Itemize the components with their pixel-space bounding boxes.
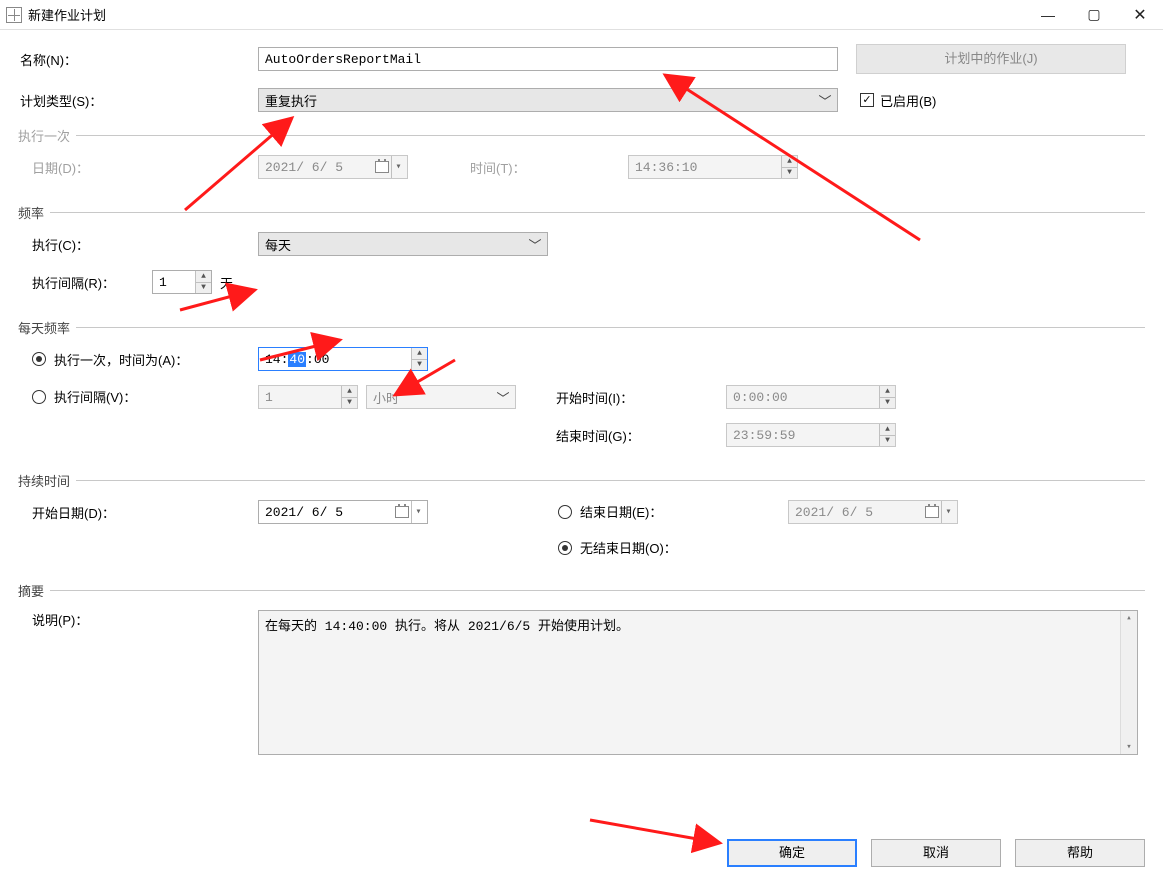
execute-frequency-value: 每天 (265, 235, 291, 254)
daily-once-time-post: :00 (306, 352, 329, 367)
daily-once-time-picker[interactable]: 14:40:00 ▲▼ (258, 347, 428, 371)
help-button[interactable]: 帮助 (1015, 839, 1145, 867)
plan-jobs-button: 计划中的作业(J) (856, 44, 1126, 74)
once-date-value: 2021/ 6/ 5 (265, 160, 343, 175)
calendar-icon (925, 506, 939, 518)
end-date-picker: 2021/ 6/ 5 ▾ (788, 500, 958, 524)
end-time-value: 23:59:59 (733, 428, 795, 443)
enabled-label: 已启用(B) (880, 91, 936, 110)
exec-interval-label: 执行间隔(R)： (18, 273, 152, 292)
minimize-button[interactable]: — (1025, 0, 1071, 29)
start-time-label: 开始时间(I)： (556, 388, 726, 407)
daily-once-time-selected: 40 (288, 352, 306, 367)
schedule-type-label: 计划类型(S)： (18, 91, 258, 110)
spinner-buttons[interactable]: ▲▼ (195, 271, 211, 293)
chevron-down-icon[interactable]: ▾ (411, 501, 425, 523)
name-input[interactable] (258, 47, 838, 71)
daily-frequency-legend: 每天频率 (18, 318, 76, 337)
start-time-picker: 0:00:00 ▲▼ (726, 385, 896, 409)
description-label: 说明(P)： (18, 610, 258, 629)
spinner-buttons: ▲▼ (879, 386, 895, 408)
radio-icon (32, 390, 46, 404)
interval-days-spinner[interactable]: 1 ▲▼ (152, 270, 212, 294)
scrollbar[interactable]: ▴▾ (1120, 611, 1137, 754)
ok-button[interactable]: 确定 (727, 839, 857, 867)
exec-every-radio[interactable]: 执行间隔(V)： (32, 387, 136, 406)
name-label: 名称(N)： (18, 50, 258, 69)
exec-every-radio-row: 执行间隔(V)： (18, 387, 258, 407)
every-unit-combo: 小时 ﹀ (366, 385, 516, 409)
spinner-buttons: ▲▼ (879, 424, 895, 446)
chevron-down-icon: ▾ (941, 501, 955, 523)
end-date-value: 2021/ 6/ 5 (795, 505, 873, 520)
interval-days-value: 1 (159, 275, 167, 290)
every-n-spinner: 1 ▲▼ (258, 385, 358, 409)
cancel-button[interactable]: 取消 (871, 839, 1001, 867)
once-time-picker: 14:36:10 ▲▼ (628, 155, 798, 179)
day-unit-label: 天 (220, 273, 233, 292)
spinner-buttons: ▲▼ (341, 386, 357, 408)
window-controls: — ▢ ✕ (1025, 0, 1163, 29)
exec-once-at-radio-row: 执行一次，时间为(A)： (18, 350, 258, 369)
close-button[interactable]: ✕ (1117, 0, 1163, 29)
enabled-checkbox[interactable]: ✓ 已启用(B) (860, 91, 936, 110)
frequency-legend: 频率 (18, 203, 50, 222)
app-icon (6, 7, 22, 23)
once-date-picker: 2021/ 6/ 5 ▾ (258, 155, 408, 179)
once-time-value: 14:36:10 (635, 160, 697, 175)
start-date-label: 开始日期(D)： (18, 503, 258, 522)
calendar-icon (395, 506, 409, 518)
end-time-picker: 23:59:59 ▲▼ (726, 423, 896, 447)
spinner-buttons: ▲▼ (781, 156, 797, 178)
every-n-value: 1 (265, 390, 273, 405)
chevron-down-icon: ﹀ (527, 235, 543, 254)
start-time-value: 0:00:00 (733, 390, 788, 405)
radio-icon (558, 541, 572, 555)
daily-frequency-group: 每天频率 执行一次，时间为(A)： 14:40:00 ▲▼ 执行间隔(V)： (18, 318, 1145, 461)
schedule-type-combo[interactable]: 重复执行 ﹀ (258, 88, 838, 112)
every-unit-value: 小时 (373, 388, 399, 407)
once-date-label: 日期(D)： (18, 158, 258, 177)
chevron-down-icon: ﹀ (495, 388, 511, 407)
execute-once-group: 执行一次 日期(D)： 2021/ 6/ 5 ▾ 时间(T)： 14:36:10… (18, 126, 1145, 193)
end-date-label: 结束日期(E)： (580, 502, 662, 521)
check-icon: ✓ (860, 93, 874, 107)
daily-once-time-pre: 14: (265, 352, 288, 367)
frequency-group: 频率 执行(C)： 每天 ﹀ 执行间隔(R)： 1 ▲▼ 天 (18, 203, 1145, 308)
exec-once-at-radio[interactable]: 执行一次，时间为(A)： (32, 350, 188, 369)
end-time-label: 结束时间(G)： (556, 426, 726, 445)
title-bar: 新建作业计划 — ▢ ✕ (0, 0, 1163, 30)
start-date-value: 2021/ 6/ 5 (265, 505, 343, 520)
start-date-picker[interactable]: 2021/ 6/ 5 ▾ (258, 500, 428, 524)
maximize-button[interactable]: ▢ (1071, 0, 1117, 29)
description-textarea: 在每天的 14:40:00 执行。将从 2021/6/5 开始使用计划。 ▴▾ (258, 610, 1138, 755)
schedule-type-value: 重复执行 (265, 91, 317, 110)
chevron-down-icon: ▾ (391, 156, 405, 178)
exec-once-at-label: 执行一次，时间为(A)： (54, 350, 188, 369)
calendar-icon (375, 161, 389, 173)
description-text: 在每天的 14:40:00 执行。将从 2021/6/5 开始使用计划。 (265, 619, 629, 634)
chevron-down-icon: ﹀ (817, 91, 833, 110)
duration-group: 持续时间 开始日期(D)： 2021/ 6/ 5 ▾ 结束日期(E)： 2021… (18, 471, 1145, 571)
once-time-label: 时间(T)： (468, 158, 628, 177)
no-end-date-label: 无结束日期(O)： (580, 538, 677, 557)
radio-icon (558, 505, 572, 519)
no-end-date-radio[interactable]: 无结束日期(O)： (558, 538, 677, 557)
execute-frequency-combo[interactable]: 每天 ﹀ (258, 232, 548, 256)
execute-once-legend: 执行一次 (18, 126, 76, 145)
window-title: 新建作业计划 (28, 5, 106, 24)
summary-group: 摘要 说明(P)： 在每天的 14:40:00 执行。将从 2021/6/5 开… (18, 581, 1145, 769)
end-date-radio[interactable]: 结束日期(E)： (558, 502, 662, 521)
radio-icon (32, 352, 46, 366)
summary-legend: 摘要 (18, 581, 50, 600)
duration-legend: 持续时间 (18, 471, 76, 490)
execute-label: 执行(C)： (18, 235, 258, 254)
spinner-buttons[interactable]: ▲▼ (411, 348, 427, 370)
dialog-footer: 确定 取消 帮助 (727, 839, 1145, 867)
exec-every-label: 执行间隔(V)： (54, 387, 136, 406)
